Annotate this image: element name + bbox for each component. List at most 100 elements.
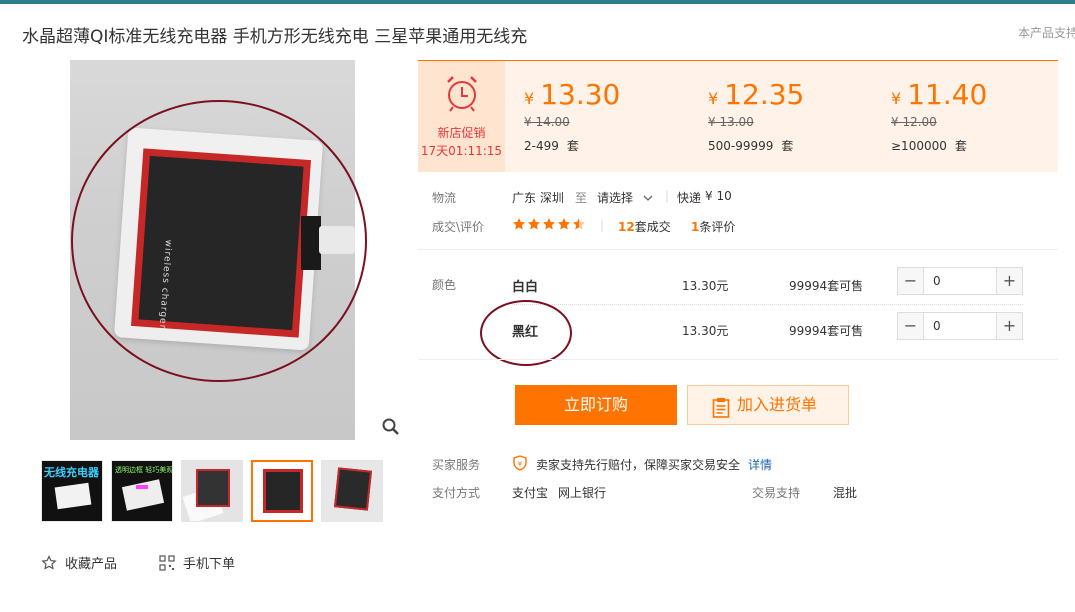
tier-original-price: ¥ 12.00 [891,115,937,129]
annotation-circle [71,100,367,382]
increment-button[interactable]: + [996,268,1022,294]
mobile-order-button[interactable]: 手机下单 [159,553,235,572]
spec-stock: 99994套可售 [789,279,864,293]
section-divider [418,249,1058,250]
tier-range: ≥100000 [891,139,947,153]
spec-row: 黑红 13.30元 99994套可售 − 0 + [512,312,1024,361]
logistics-label: 物流 [432,191,457,205]
service-text: 卖家支持先行赔付，保障买家交易安全 [536,458,741,472]
payment-method: 网上银行 [558,486,607,500]
trade-support-value: 混批 [833,486,858,500]
quantity-input[interactable]: 0 [925,313,995,339]
tier-price: 11.40 [907,78,988,111]
spec-name: 白白 [512,280,539,295]
review-count-link[interactable]: 1条评价 [691,218,735,235]
tier-range: 2-499 [524,139,559,153]
shipping-method: 快递 [677,191,702,205]
top-accent-bar [0,0,1075,4]
price-tier: ¥13.30 ¥ 14.00 2-499 套 [524,78,704,154]
zoom-icon[interactable] [381,417,401,437]
service-details-link[interactable]: 详情 [748,456,772,473]
currency-symbol: ¥ [891,89,902,108]
promo-label: 新店促销 [437,126,486,140]
annotation-ellipse [480,300,572,366]
thumbnail-2[interactable]: 透明边框 轻巧美观 [111,460,173,522]
destination-label: 请选择 [597,191,634,205]
quantity-stepper: − 0 + [897,312,1023,340]
tier-unit: 套 [566,139,579,153]
tier-price: 13.30 [540,78,621,111]
shipping-fee: ¥ 10 [705,189,732,203]
tier-original-price: ¥ 14.00 [524,115,570,129]
alarm-clock-icon [443,73,481,117]
price-panel: 新店促销 17天01:11:15 ¥13.30 ¥ 14.00 2-499 套 ¥… [418,60,1058,172]
sold-count-link[interactable]: 12套成交 [618,218,671,235]
star-outline-icon [41,554,57,570]
sold-label: 套成交 [634,220,671,234]
currency-symbol: ¥ [524,89,535,108]
add-to-list-label: 加入进货单 [737,395,818,414]
deal-label: 成交\评价 [432,220,485,234]
logistics-origin: 广东 深圳 [512,191,564,205]
top-right-text: 本产品支持 [1018,26,1075,40]
deal-row: 成交\评价 | 12套成交 1条评价 [432,218,735,235]
qr-code-icon [159,554,175,571]
increment-button[interactable]: + [996,313,1022,339]
thumbnail-4-selected[interactable] [251,460,313,522]
service-label: 买家服务 [432,458,481,472]
thumbnail-3[interactable] [181,460,243,522]
spec-price: 13.30元 [682,324,729,338]
add-to-list-button[interactable]: 加入进货单 [687,385,849,425]
svg-text:¥: ¥ [518,460,523,468]
mobile-order-label: 手机下单 [183,557,236,572]
row-divider [512,304,1023,305]
quantity-input[interactable]: 0 [925,268,995,294]
tier-price: 12.35 [724,78,805,111]
favorite-label: 收藏产品 [65,557,118,572]
thumbnail-product [54,482,92,510]
thumbnail-label: 无线充电器 [44,466,99,479]
tier-unit: 套 [954,139,967,153]
promo-timer: 17天01:11:15 [420,144,503,158]
favorite-button[interactable]: 收藏产品 [41,553,117,572]
thumbnail-1[interactable]: 无线充电器 [41,460,103,522]
tier-range: 500-99999 [708,139,774,153]
chevron-down-icon [643,195,653,201]
promo-block: 新店促销 17天01:11:15 [418,61,505,172]
spec-row: 白白 13.30元 99994套可售 − 0 + [512,267,1024,316]
payment-method: 支付宝 [512,486,549,500]
trade-support-label: 交易支持 [752,486,801,500]
clipboard-icon [712,395,730,433]
destination-select[interactable]: 请选择 [597,189,653,206]
logistics-to: 至 [575,191,588,205]
decrement-button[interactable]: − [898,268,924,294]
price-tier: ¥12.35 ¥ 13.00 500-99999 套 [708,78,888,154]
buy-now-button[interactable]: 立即订购 [515,385,677,425]
decrement-button[interactable]: − [898,313,924,339]
logistics-row: 物流 广东 深圳 至 请选择 | 快递 ¥ 10 [432,189,732,206]
tier-original-price: ¥ 13.00 [708,115,754,129]
thumbnail-pad [334,467,372,511]
product-title: 水晶超薄QI标准无线充电器 手机方形无线充电 三星苹果通用无线充 [22,27,528,47]
payment-row: 支付方式 支付宝 网上银行 交易支持 混批 [432,484,857,501]
rating-stars [512,217,588,234]
currency-symbol: ¥ [708,89,719,108]
payment-label: 支付方式 [432,486,481,500]
price-tier: ¥11.40 ¥ 12.00 ≥100000 套 [891,78,1071,154]
divider: | [665,189,670,203]
buyer-service-row: 买家服务 ¥ 卖家支持先行赔付，保障买家交易安全 详情 [432,455,772,473]
shield-icon: ¥ [512,455,528,474]
thumbnail-label: 透明边框 轻巧美观 [115,466,173,474]
main-product-image[interactable]: wireless charger [23,60,403,440]
spec-label: 颜色 [432,278,457,292]
quantity-stepper: − 0 + [897,267,1023,295]
thumbnail-pad [263,469,303,513]
thumbnail-pad [196,469,230,507]
spec-stock: 99994套可售 [789,324,864,338]
divider: | [600,218,605,232]
review-label: 条评价 [699,220,736,234]
thumbnail-5[interactable] [321,460,383,522]
section-divider [418,359,1058,360]
thumbnail-glow [136,485,148,489]
sold-count: 12 [618,220,635,234]
